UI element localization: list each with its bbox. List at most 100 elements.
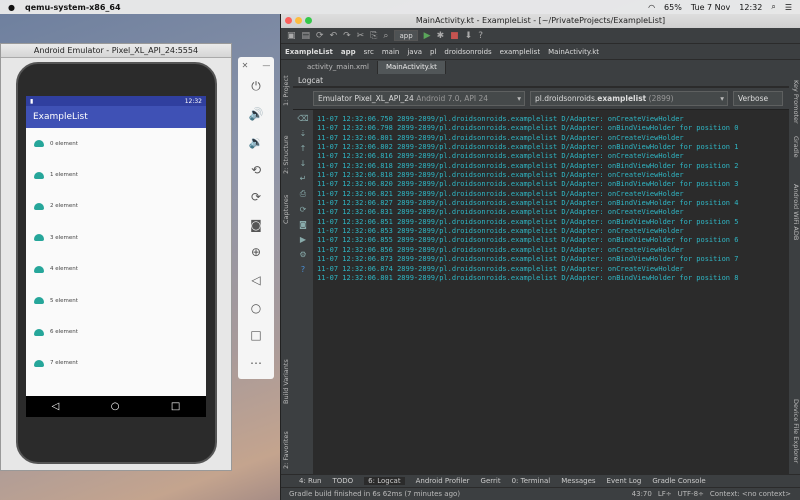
copy-icon[interactable]: ⎘ [370,31,377,41]
battery-label[interactable]: 65% [664,3,682,12]
save-icon[interactable]: ▤ [302,31,311,41]
line-separator[interactable]: LF÷ [658,490,672,498]
wifi-icon[interactable]: ◠ [648,3,655,12]
bottom-tab[interactable]: Gradle Console [652,477,705,485]
tool-build-variants[interactable]: Build Variants [282,359,290,404]
tab-activity-main[interactable]: activity_main.xml [299,61,378,74]
bottom-tab[interactable]: 6: Logcat [364,477,405,485]
bottom-tab[interactable]: TODO [332,477,353,485]
bottom-tab[interactable]: 0: Terminal [512,477,551,485]
home-button-icon[interactable]: ○ [251,294,261,322]
debug-icon[interactable]: ✱ [437,31,445,41]
status-message[interactable]: Gradle build finished in 6s 62ms (7 minu… [289,490,460,498]
power-icon[interactable]: ⏻ [251,73,261,101]
breadcrumb-item[interactable]: main [382,48,400,56]
list-item[interactable]: 6 element [26,316,206,347]
list-item[interactable]: 2 element [26,191,206,222]
device-select[interactable]: Emulator Pixel_XL_API_24 Android 7.0, AP… [313,91,525,106]
screen-record-icon[interactable]: ▶ [300,235,306,244]
tool-key-promoter[interactable]: Key Promoter [792,80,800,124]
help-icon[interactable]: ? [301,265,305,274]
close-window-icon[interactable] [285,17,292,24]
zoom-window-icon[interactable] [305,17,312,24]
scroll-end-icon[interactable]: ⇣ [300,129,307,138]
log-level-select[interactable]: Verbose [733,91,783,106]
menu-list-icon[interactable]: ☰ [785,3,792,12]
encoding[interactable]: UTF-8÷ [678,490,704,498]
list-item[interactable]: 1 element [26,159,206,190]
breadcrumb-item[interactable]: examplelist [500,48,540,56]
apple-icon[interactable]: ● [8,3,15,12]
sync-icon[interactable]: ⟳ [316,31,324,41]
print-icon[interactable]: ⎙ [300,189,306,199]
breadcrumb-item[interactable]: MainActivity.kt [548,48,599,56]
context[interactable]: Context: <no context> [710,490,791,498]
tool-device-file-explorer[interactable]: Device File Explorer [792,399,800,463]
menubar-app-name[interactable]: qemu-system-x86_64 [25,3,121,12]
caret-position[interactable]: 43:70 [632,490,652,498]
volume-down-icon[interactable]: 🔉 [249,128,264,156]
clear-log-icon[interactable]: ⌫ [297,114,308,123]
bottom-tab[interactable]: Event Log [607,477,642,485]
menubar-time[interactable]: 12:32 [739,3,762,12]
settings-icon[interactable]: ⚙ [299,250,306,259]
back-button-icon[interactable]: ◁ [251,266,260,294]
camera-icon[interactable]: ◙ [250,211,262,239]
help-icon[interactable]: ? [478,31,483,41]
run-icon[interactable]: ▶ [424,31,431,41]
tool-captures[interactable]: Captures [282,195,290,224]
process-select[interactable]: pl.droidsonroids.examplelist (2899) ▾ [530,91,728,106]
bottom-tab[interactable]: Android Profiler [416,477,470,485]
rotate-right-icon[interactable]: ⟳ [251,183,261,211]
back-icon[interactable]: ◁ [52,401,60,412]
sdk-manager-icon[interactable]: ⬇ [465,31,473,41]
breadcrumb-item[interactable]: src [364,48,374,56]
screenshot-icon[interactable]: ◙ [299,220,307,229]
list-item[interactable]: 0 element [26,128,206,159]
list-item[interactable]: 5 element [26,285,206,316]
undo-icon[interactable]: ↶ [330,31,338,41]
soft-wrap-icon[interactable]: ↵ [300,174,307,183]
close-icon[interactable]: ✕ [242,61,249,73]
find-icon[interactable]: ⌕ [383,31,388,41]
log-line: 11-07 12:32:06.802 2899-2899/pl.droidson… [317,143,739,152]
down-icon[interactable]: ↓ [300,159,307,168]
cut-icon[interactable]: ✂ [357,31,365,41]
rotate-left-icon[interactable]: ⟲ [251,156,261,184]
search-icon[interactable]: ⌕ [771,2,775,12]
up-icon[interactable]: ↑ [300,144,307,153]
zoom-icon[interactable]: ⊕ [251,239,261,267]
list-item[interactable]: 4 element [26,254,206,285]
tool-gradle[interactable]: Gradle [792,136,800,158]
logcat-output[interactable]: 11-07 12:32:06.750 2899-2899/pl.droidson… [313,110,789,474]
bottom-tab[interactable]: Messages [561,477,595,485]
open-icon[interactable]: ▣ [287,31,296,41]
volume-up-icon[interactable]: 🔊 [249,101,264,129]
menubar-date[interactable]: Tue 7 Nov [691,3,730,12]
breadcrumb-item[interactable]: droidsonroids [444,48,491,56]
minimize-window-icon[interactable] [295,17,302,24]
element-list[interactable]: 0 element 1 element 2 element 3 element 4 el… [26,128,206,379]
run-config-select[interactable]: app [394,30,418,41]
breadcrumb-item[interactable]: pl [430,48,436,56]
home-icon[interactable]: ○ [111,401,120,412]
breadcrumb-item[interactable]: java [407,48,422,56]
tool-wifi-adb[interactable]: Android WiFi ADB [792,184,800,240]
more-icon[interactable]: ⋯ [250,349,262,377]
list-item[interactable]: 7 element [26,348,206,379]
restart-icon[interactable]: ⟳ [300,205,307,214]
tool-project[interactable]: 1: Project [282,75,290,106]
tool-structure[interactable]: 2: Structure [282,135,290,174]
overview-icon[interactable]: □ [250,321,261,349]
breadcrumb-item[interactable]: ExampleList [285,48,333,56]
stop-icon[interactable]: ■ [450,31,459,41]
breadcrumb-item[interactable]: app [341,48,356,56]
bottom-tab[interactable]: Gerrit [481,477,501,485]
recents-icon[interactable]: □ [171,401,180,412]
redo-icon[interactable]: ↷ [343,31,351,41]
tool-favorites[interactable]: 2: Favorites [282,431,290,469]
list-item[interactable]: 3 element [26,222,206,253]
tab-main-activity[interactable]: MainActivity.kt [377,61,446,74]
bottom-tab[interactable]: 4: Run [299,477,321,485]
minimize-icon[interactable]: — [262,61,270,73]
